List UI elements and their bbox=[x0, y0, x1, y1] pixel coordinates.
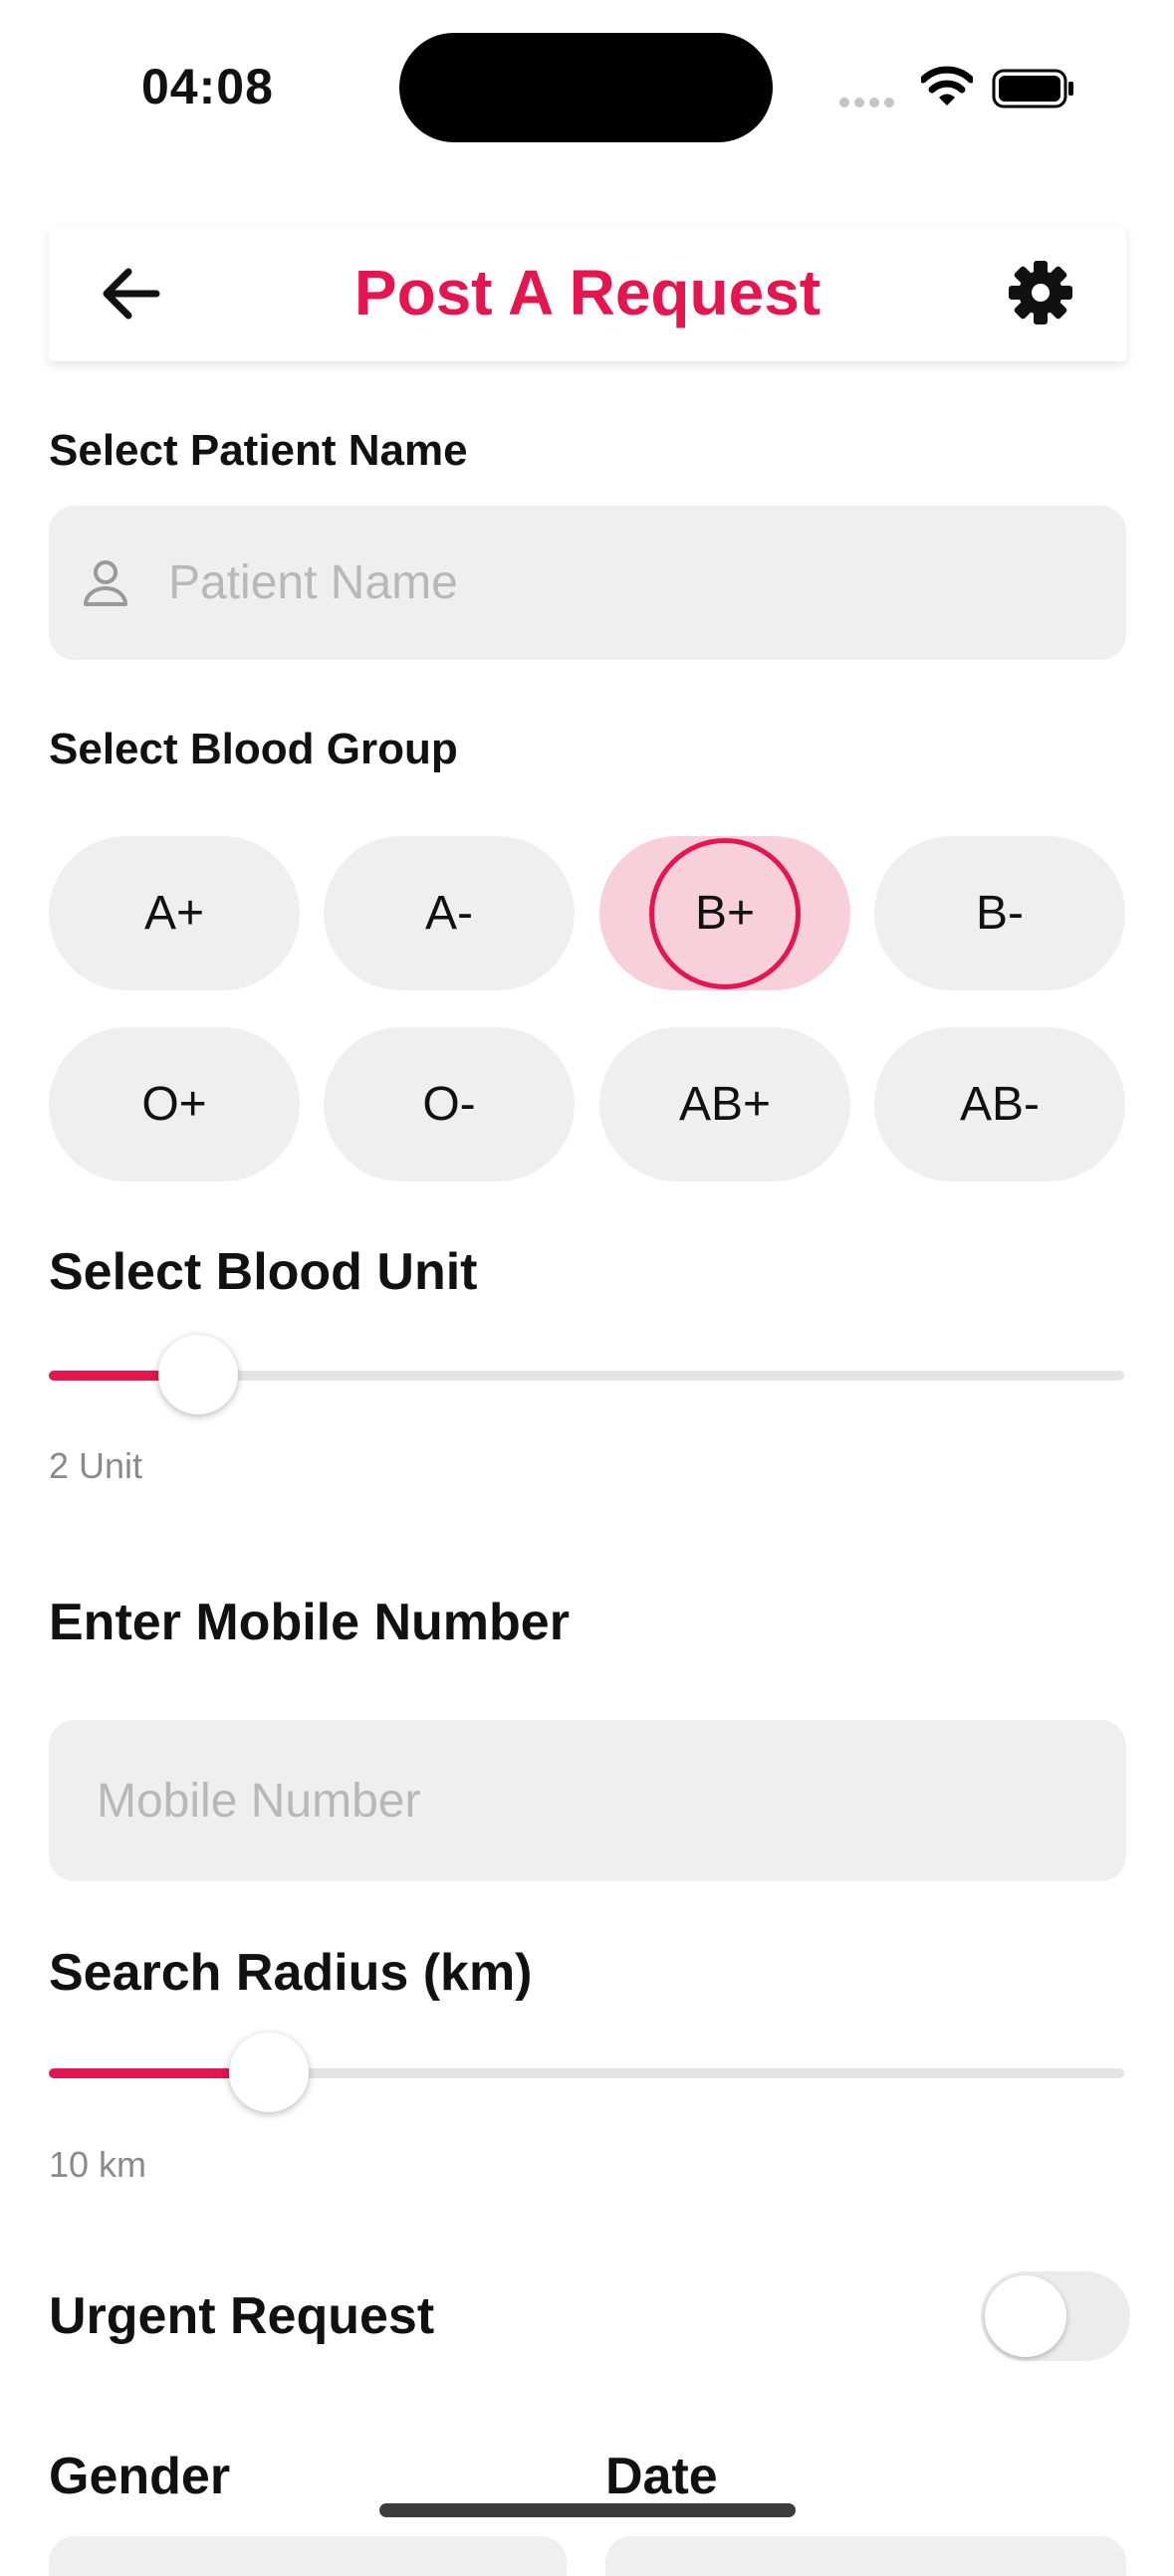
blood-group-label: Select Blood Group bbox=[49, 725, 458, 773]
page-title: Post A Request bbox=[353, 257, 822, 328]
blood-unit-label: Select Blood Unit bbox=[49, 1243, 478, 1301]
gear-icon[interactable] bbox=[1008, 260, 1073, 330]
blood-group-ab-pos[interactable]: AB+ bbox=[599, 1027, 850, 1181]
status-time: 04:08 bbox=[141, 59, 274, 114]
blood-group-ab-neg[interactable]: AB- bbox=[874, 1027, 1125, 1181]
blood-group-b-neg[interactable]: B- bbox=[874, 836, 1125, 990]
blood-group-option-label: A+ bbox=[143, 887, 205, 940]
urgent-request-toggle[interactable] bbox=[981, 2271, 1130, 2361]
date-field[interactable] bbox=[605, 2536, 1126, 2576]
search-radius-label: Search Radius (km) bbox=[49, 1944, 533, 2002]
blood-group-b-pos[interactable]: B+ bbox=[599, 836, 850, 990]
blood-group-a-pos[interactable]: A+ bbox=[49, 836, 300, 990]
date-label: Date bbox=[605, 2448, 718, 2505]
blood-group-option-label: B- bbox=[976, 887, 1024, 940]
blood-group-option-label: O- bbox=[422, 1078, 476, 1131]
urgent-request-label: Urgent Request bbox=[49, 2287, 435, 2345]
patient-name-field[interactable]: Patient Name bbox=[49, 506, 1126, 660]
battery-icon bbox=[992, 69, 1075, 113]
mobile-number-field[interactable]: Mobile Number bbox=[49, 1720, 1126, 1881]
toggle-knob bbox=[985, 2275, 1066, 2357]
blood-group-a-neg[interactable]: A- bbox=[324, 836, 575, 990]
home-indicator bbox=[379, 2503, 796, 2517]
selection-ring: B+ bbox=[649, 837, 801, 989]
blood-group-option-label: O+ bbox=[141, 1078, 207, 1131]
mobile-number-placeholder: Mobile Number bbox=[97, 1775, 421, 1827]
wifi-icon bbox=[919, 66, 975, 112]
dynamic-island bbox=[399, 33, 773, 142]
blood-group-option-label: A- bbox=[425, 887, 473, 940]
patient-name-label: Select Patient Name bbox=[49, 426, 468, 475]
blood-group-o-neg[interactable]: O- bbox=[324, 1027, 575, 1181]
blood-group-option-label: B+ bbox=[694, 887, 756, 940]
gender-field[interactable] bbox=[49, 2536, 567, 2576]
search-radius-value: 10 km bbox=[49, 2144, 147, 2185]
mobile-number-label: Enter Mobile Number bbox=[49, 1594, 570, 1651]
blood-group-option-label: AB+ bbox=[678, 1078, 772, 1131]
patient-name-placeholder: Patient Name bbox=[168, 556, 458, 609]
search-radius-slider-thumb[interactable] bbox=[229, 2033, 309, 2112]
cellular-signal-icon bbox=[839, 95, 899, 112]
blood-group-o-pos[interactable]: O+ bbox=[49, 1027, 300, 1181]
gender-label: Gender bbox=[49, 2448, 231, 2505]
search-radius-slider-track[interactable] bbox=[49, 2068, 1124, 2078]
blood-group-option-label: AB- bbox=[959, 1078, 1040, 1131]
blood-unit-value: 2 Unit bbox=[49, 1445, 143, 1486]
person-icon bbox=[83, 559, 128, 612]
app-header: Post A Request bbox=[49, 226, 1126, 361]
blood-unit-slider-thumb[interactable] bbox=[158, 1335, 238, 1414]
